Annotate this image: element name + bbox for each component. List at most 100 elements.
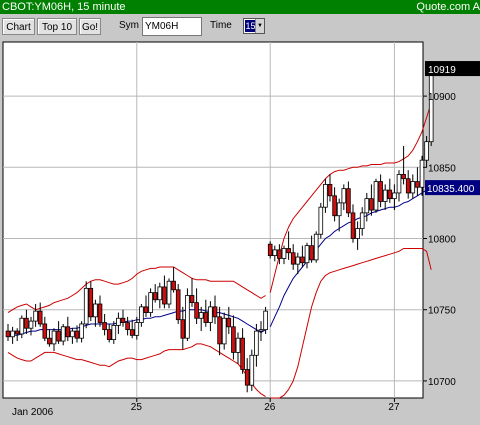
price-chart: 10700107501080010850109001091910835.400 …	[0, 40, 480, 420]
candle-body	[304, 245, 310, 264]
x-tick-label: 26	[264, 402, 276, 413]
toolbar: Chart Top 10 Go! Sym Time 15 ▼	[0, 14, 480, 40]
candle-body	[323, 183, 328, 208]
candle-body	[226, 317, 232, 328]
candle-body	[341, 188, 347, 204]
candle-body	[65, 326, 71, 338]
candle-body	[37, 310, 43, 325]
x-tick-label: 27	[388, 402, 400, 413]
candle-body	[79, 323, 84, 339]
candle-body	[129, 329, 135, 336]
candle-body	[295, 256, 301, 265]
candle-body	[33, 310, 38, 322]
x-tick-label: 25	[131, 402, 143, 413]
candle-body	[281, 248, 287, 259]
candle-body	[277, 249, 282, 259]
candle-body	[74, 330, 80, 339]
candle-body	[139, 306, 144, 323]
candle-body	[396, 174, 402, 194]
candle-body	[5, 330, 11, 338]
symbol-input[interactable]	[142, 17, 202, 36]
candle-body	[419, 159, 425, 188]
last-price-label: 10919	[428, 65, 456, 76]
candle-body	[240, 337, 245, 370]
candle-body	[286, 248, 291, 254]
candle-body	[235, 337, 241, 353]
top10-button[interactable]: Top 10	[37, 18, 77, 35]
candle-body	[70, 330, 75, 338]
candle-body	[19, 317, 25, 335]
candle-body	[369, 198, 374, 211]
candle-body	[272, 249, 278, 257]
candle-body	[208, 306, 213, 323]
candle-body	[93, 303, 98, 318]
candle-body	[148, 292, 153, 313]
candle-body	[309, 245, 314, 261]
candle-body	[350, 212, 356, 239]
candle-body	[152, 292, 158, 301]
candle-body	[254, 330, 259, 356]
candle-body	[217, 316, 222, 345]
candle-body	[116, 317, 121, 326]
candle-body	[185, 295, 190, 339]
candle-body	[359, 212, 365, 229]
candle-body	[10, 330, 15, 338]
chevron-down-icon: ▼	[255, 19, 264, 33]
candle-body	[336, 202, 342, 217]
candle-body	[221, 317, 227, 345]
candle-body	[373, 181, 379, 211]
time-select[interactable]: 15 ▼	[243, 18, 265, 34]
candle-body	[88, 287, 94, 318]
quote-brand[interactable]: Quote.com A	[416, 0, 480, 14]
candle-body	[290, 252, 296, 265]
candle-body	[83, 287, 89, 325]
date-label: Jan 2006	[12, 407, 54, 418]
candle-body	[410, 181, 416, 194]
candle-body	[198, 312, 204, 319]
price-tag-label: 10835.400	[427, 184, 475, 195]
y-tick-label: 10900	[428, 92, 456, 103]
candle-body	[364, 198, 370, 214]
candle-body	[415, 181, 420, 188]
candle-body	[378, 181, 383, 202]
candle-body	[28, 320, 34, 329]
time-label: Time	[210, 20, 232, 31]
candle-body	[24, 317, 29, 329]
candle-body	[212, 306, 218, 318]
candle-body	[42, 323, 48, 339]
candle-body	[428, 68, 434, 143]
y-tick-label: 10700	[428, 377, 456, 388]
y-tick-label: 10800	[428, 235, 456, 246]
candle-body	[327, 183, 333, 197]
candle-body	[47, 337, 52, 345]
candle-body	[143, 306, 149, 313]
candle-body	[60, 326, 66, 342]
candle-body	[267, 243, 273, 256]
candle-body	[162, 286, 167, 305]
candle-body	[405, 178, 411, 194]
candle-body	[258, 329, 264, 332]
candle-body	[318, 206, 324, 235]
candle-body	[313, 233, 319, 261]
go-button[interactable]: Go!	[79, 18, 101, 35]
candle-body	[332, 195, 337, 217]
candle-body	[392, 192, 397, 200]
candle-body	[157, 286, 163, 301]
candle-body	[175, 289, 181, 321]
candle-body	[263, 310, 268, 331]
candle-body	[244, 369, 250, 386]
candle-body	[166, 280, 172, 305]
candle-body	[97, 303, 103, 323]
candle-body	[203, 312, 209, 323]
candle-body	[125, 322, 130, 331]
y-tick-label: 10850	[428, 163, 456, 174]
chart-button[interactable]: Chart	[2, 18, 35, 35]
candle-body	[111, 324, 117, 341]
candle-body	[14, 330, 20, 335]
candle-body	[346, 188, 351, 214]
candle-body	[300, 256, 305, 264]
candle-body	[194, 302, 199, 319]
candle-body	[51, 330, 57, 345]
chart-area: 10700 10750 10800 10850 10900 10919 10835.400 …	[0, 40, 480, 420]
candle-body	[401, 174, 406, 180]
